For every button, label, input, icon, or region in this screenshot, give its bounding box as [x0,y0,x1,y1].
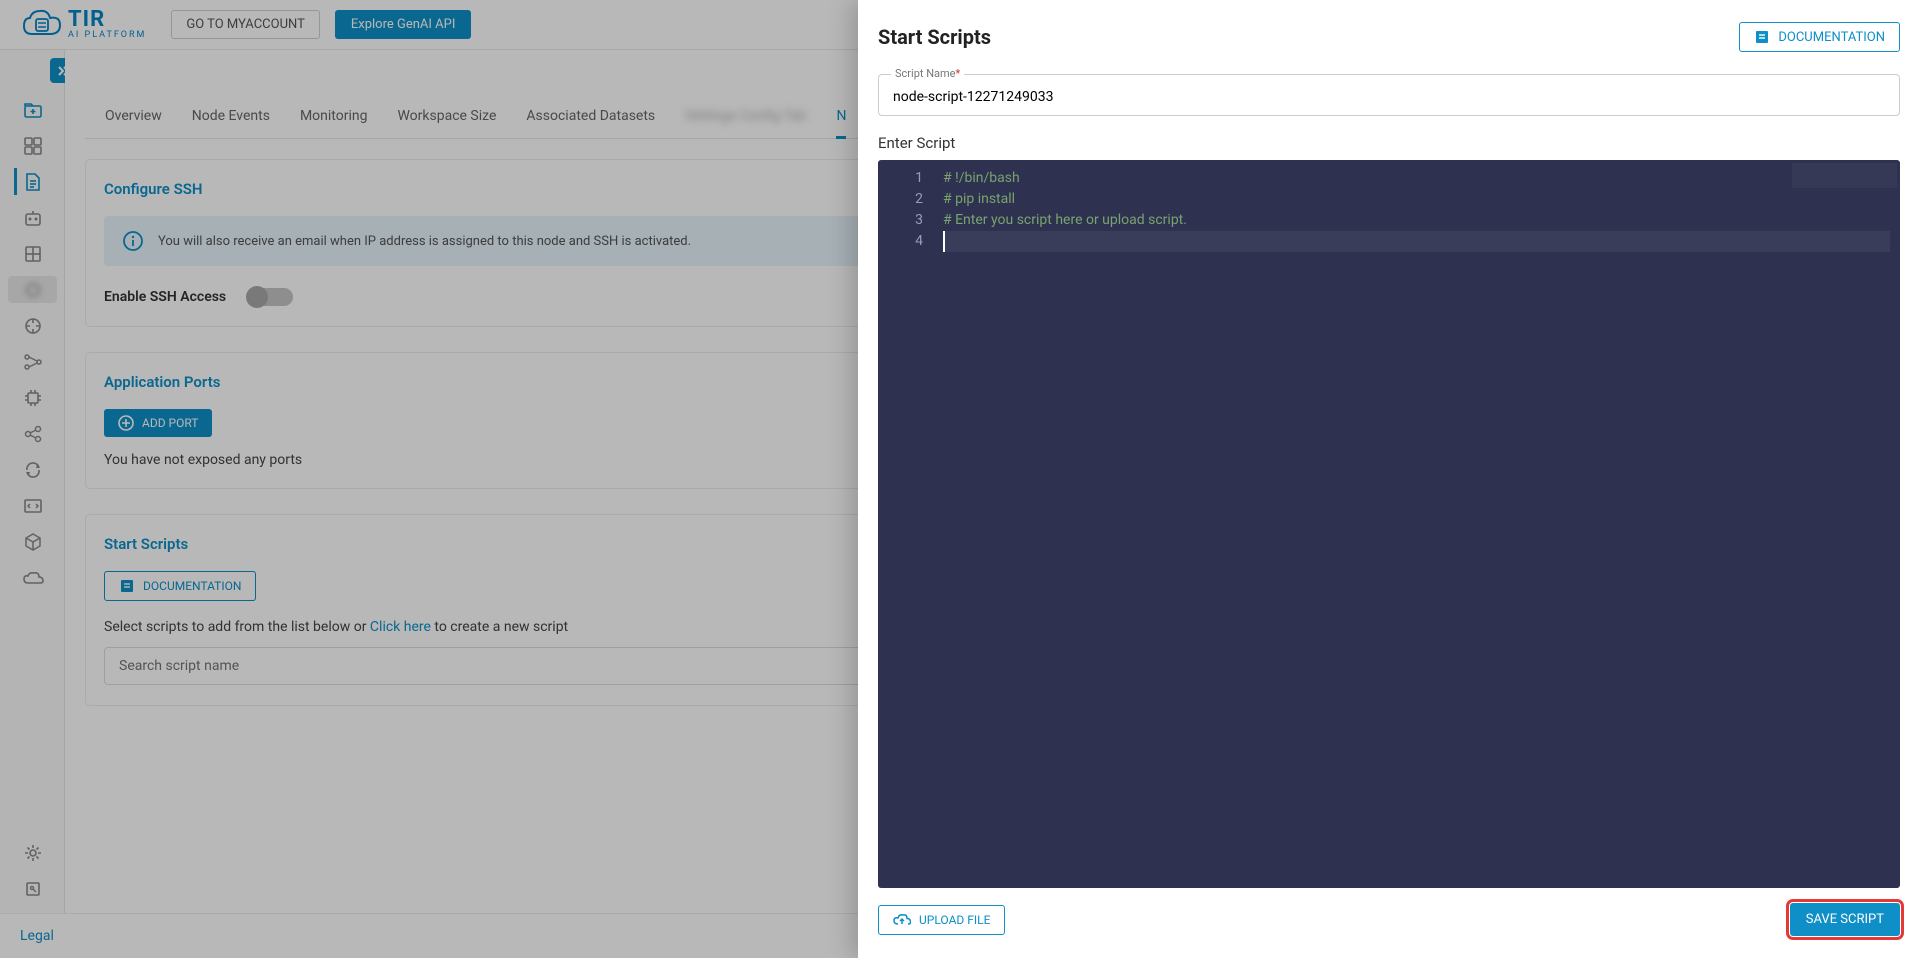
upload-file-button[interactable]: UPLOAD FILE [878,905,1005,935]
upload-file-label: UPLOAD FILE [919,913,990,927]
script-name-input[interactable] [879,75,1899,115]
start-scripts-panel: Start Scripts DOCUMENTATION Script Name*… [858,0,1920,958]
panel-documentation-label: DOCUMENTATION [1778,30,1885,45]
script-editor[interactable]: 1234 # !/bin/bash # pip install # Enter … [878,160,1900,888]
editor-gutter: 1234 [878,160,933,888]
editor-cursor [943,231,945,252]
document-icon [1754,29,1770,45]
script-name-field: Script Name* [878,74,1900,116]
save-script-button[interactable]: SAVE SCRIPT [1790,903,1900,936]
panel-title: Start Scripts [878,25,991,49]
cloud-upload-icon [893,913,911,927]
editor-code[interactable]: # !/bin/bash # pip install # Enter you s… [933,160,1900,888]
enter-script-label: Enter Script [878,134,1900,152]
panel-documentation-button[interactable]: DOCUMENTATION [1739,22,1900,52]
editor-minimap [1792,163,1897,188]
